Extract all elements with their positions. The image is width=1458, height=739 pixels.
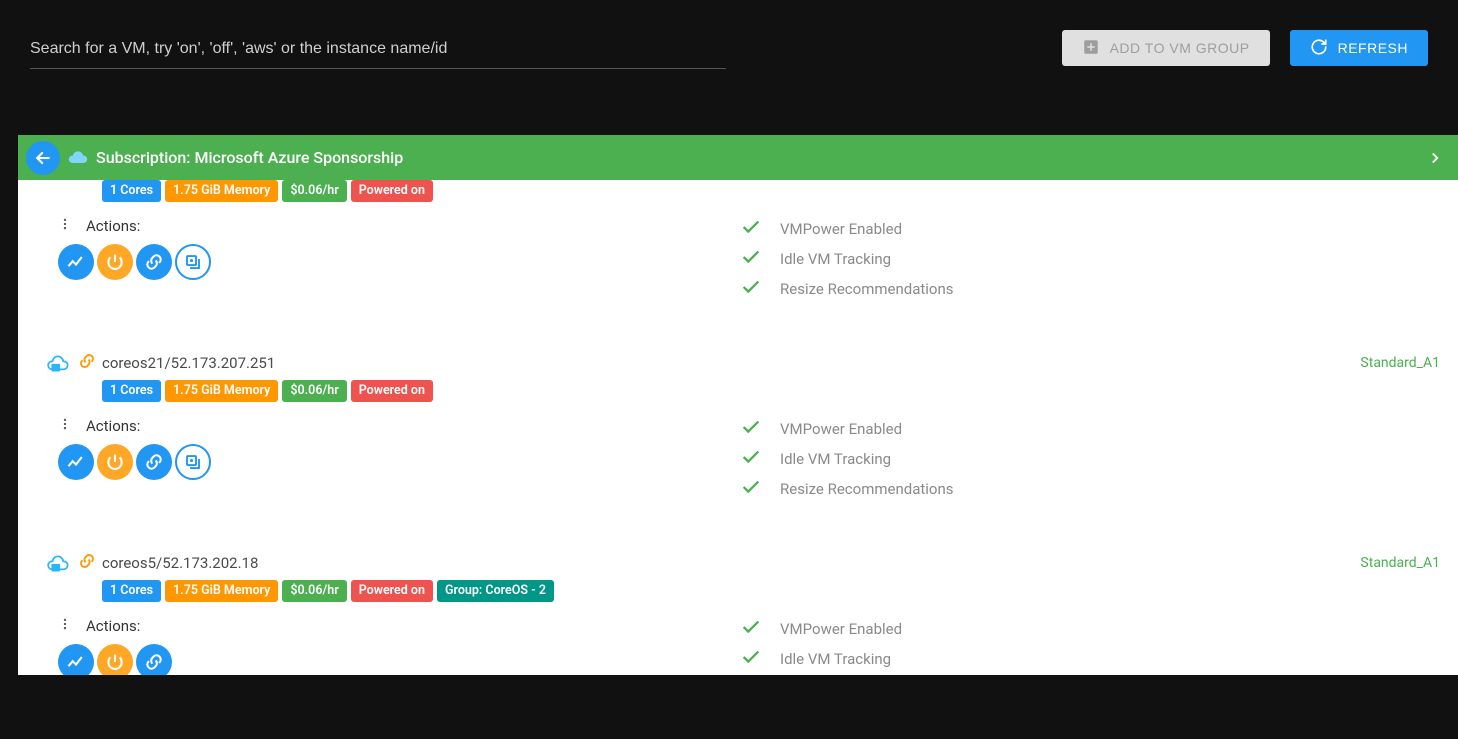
check-idle: Idle VM Tracking: [780, 450, 891, 468]
badge-price: $0.06/hr: [282, 580, 346, 602]
add-box-icon: [1082, 38, 1100, 59]
vm-block: 1 Cores 1.75 GiB Memory $0.06/hr Powered…: [18, 180, 1458, 324]
link-button[interactable]: [136, 244, 172, 280]
check-icon: [740, 276, 762, 302]
refresh-button[interactable]: REFRESH: [1290, 30, 1428, 66]
search-input[interactable]: [30, 30, 726, 69]
badge-memory: 1.75 GiB Memory: [165, 380, 278, 402]
metrics-button[interactable]: [58, 444, 94, 480]
check-resize: Resize Recommendations: [780, 480, 954, 498]
badge-memory: 1.75 GiB Memory: [165, 580, 278, 602]
check-vmpower: VMPower Enabled: [780, 420, 902, 438]
check-icon: [740, 646, 762, 672]
more-vert-icon[interactable]: [58, 616, 72, 636]
add-group-button[interactable]: [175, 444, 211, 480]
vm-block: coreos21/52.173.207.251 Standard_A1 1 Co…: [18, 324, 1458, 524]
badge-group: Group: CoreOS - 2: [437, 580, 554, 602]
more-vert-icon[interactable]: [58, 416, 72, 436]
check-icon: [740, 416, 762, 442]
check-vmpower: VMPower Enabled: [780, 620, 902, 638]
add-group-button[interactable]: [175, 244, 211, 280]
vm-size: Standard_A1: [1360, 355, 1440, 371]
check-icon: [740, 476, 762, 502]
check-icon: [740, 616, 762, 642]
vm-name[interactable]: coreos21/52.173.207.251: [102, 354, 275, 372]
cloud-icon: [46, 352, 72, 374]
link-icon: [78, 552, 96, 574]
check-idle: Idle VM Tracking: [780, 650, 891, 668]
actions-label: Actions:: [86, 217, 140, 235]
actions-label: Actions:: [86, 417, 140, 435]
link-button[interactable]: [136, 644, 172, 675]
check-icon: [740, 446, 762, 472]
add-to-vm-group-label: ADD TO VM GROUP: [1110, 40, 1250, 56]
link-button[interactable]: [136, 444, 172, 480]
check-icon: [740, 246, 762, 272]
cloud-icon: [46, 552, 72, 574]
actions-label: Actions:: [86, 617, 140, 635]
badge-power: Powered on: [351, 180, 433, 202]
badge-power: Powered on: [351, 380, 433, 402]
metrics-button[interactable]: [58, 644, 94, 675]
badge-cores: 1 Cores: [102, 380, 161, 402]
check-idle: Idle VM Tracking: [780, 250, 891, 268]
more-vert-icon[interactable]: [58, 216, 72, 236]
check-icon: [740, 216, 762, 242]
chevron-right-icon[interactable]: [1426, 149, 1444, 167]
azure-icon: [68, 148, 88, 168]
panel-title: Subscription: Microsoft Azure Sponsorshi…: [96, 148, 403, 167]
subscription-panel: Subscription: Microsoft Azure Sponsorshi…: [18, 135, 1458, 675]
refresh-label: REFRESH: [1338, 40, 1408, 56]
back-button[interactable]: [26, 141, 60, 175]
vm-block: coreos5/52.173.202.18 Standard_A1 1 Core…: [18, 524, 1458, 675]
badge-cores: 1 Cores: [102, 580, 161, 602]
badge-power: Powered on: [351, 580, 433, 602]
badge-memory: 1.75 GiB Memory: [165, 180, 278, 202]
panel-header: Subscription: Microsoft Azure Sponsorshi…: [18, 135, 1458, 180]
vm-size: Standard_A1: [1360, 555, 1440, 571]
check-vmpower: VMPower Enabled: [780, 220, 902, 238]
check-resize: Resize Recommendations: [780, 280, 954, 298]
badge-cores: 1 Cores: [102, 180, 161, 202]
badge-price: $0.06/hr: [282, 180, 346, 202]
add-to-vm-group-button: ADD TO VM GROUP: [1062, 30, 1270, 66]
power-button[interactable]: [97, 644, 133, 675]
power-button[interactable]: [97, 444, 133, 480]
badge-price: $0.06/hr: [282, 380, 346, 402]
refresh-icon: [1310, 38, 1328, 59]
power-button[interactable]: [97, 244, 133, 280]
link-icon: [78, 352, 96, 374]
metrics-button[interactable]: [58, 244, 94, 280]
vm-name[interactable]: coreos5/52.173.202.18: [102, 554, 258, 572]
